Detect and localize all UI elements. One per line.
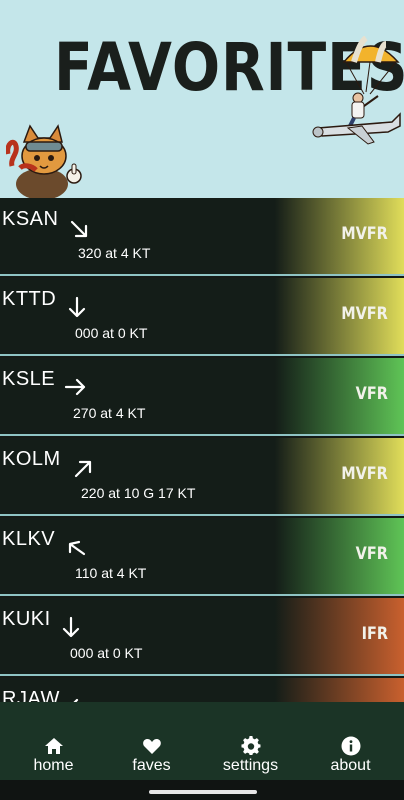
favorite-row-kttd[interactable]: KTTD 000 at 0 KT MVFR bbox=[0, 278, 404, 356]
flight-category: IFR bbox=[361, 624, 388, 644]
station-id: KOLM bbox=[2, 448, 61, 470]
arrow-up-right-icon bbox=[74, 460, 92, 478]
flight-category: MVFR bbox=[341, 464, 388, 484]
favorite-row-ksle[interactable]: KSLE 270 at 4 KT VFR bbox=[0, 358, 404, 436]
arrow-down-icon bbox=[62, 616, 80, 638]
nav-about-label: about bbox=[330, 757, 371, 774]
station-id: KUKI bbox=[2, 608, 51, 630]
favorite-row-rjaw[interactable]: RJAW bbox=[0, 678, 404, 702]
wind-text: 270 at 4 KT bbox=[73, 405, 146, 421]
favorite-row-kolm[interactable]: KOLM 220 at 10 G 17 KT MVFR bbox=[0, 438, 404, 516]
station-id: KSLE bbox=[2, 368, 56, 390]
nav-settings-label: settings bbox=[222, 757, 279, 774]
wind-text: 110 at 4 KT bbox=[75, 565, 147, 581]
station-id: KLKV bbox=[2, 528, 56, 550]
station-id: RJAW bbox=[2, 688, 60, 702]
arrow-down-right-icon bbox=[70, 220, 88, 238]
parachute-pilot-icon bbox=[312, 36, 401, 145]
flight-category: VFR bbox=[355, 544, 388, 564]
flight-category: MVFR bbox=[341, 224, 388, 244]
favorite-row-klkv[interactable]: KLKV 110 at 4 KT VFR bbox=[0, 518, 404, 596]
arrow-up-left-icon bbox=[68, 540, 86, 556]
favorites-header: FAVORITES bbox=[0, 0, 404, 198]
heart-icon bbox=[142, 739, 161, 754]
info-icon bbox=[341, 736, 360, 756]
gesture-handle[interactable] bbox=[149, 790, 257, 794]
mascot-cat-pilot-icon bbox=[6, 124, 82, 198]
nav-faves[interactable]: faves bbox=[101, 702, 202, 780]
home-icon bbox=[44, 738, 63, 754]
arrow-down-icon bbox=[68, 296, 86, 318]
nav-settings[interactable]: settings bbox=[200, 702, 301, 780]
nav-about[interactable]: about bbox=[300, 702, 401, 780]
station-id: KSAN bbox=[2, 208, 59, 230]
nav-home-label: home bbox=[33, 757, 74, 774]
nav-home[interactable]: home bbox=[3, 702, 104, 780]
bottom-navigation: home faves settings about bbox=[0, 702, 404, 780]
wind-text: 000 at 0 KT bbox=[75, 325, 148, 341]
nav-faves-label: faves bbox=[132, 757, 171, 774]
favorite-row-kuki[interactable]: KUKI 000 at 0 KT IFR bbox=[0, 598, 404, 676]
station-id: KTTD bbox=[2, 288, 57, 310]
favorite-row-ksan[interactable]: KSAN 320 at 4 KT MVFR bbox=[0, 198, 404, 276]
flight-category: MVFR bbox=[341, 304, 388, 324]
wind-text: 220 at 10 G 17 KT bbox=[81, 485, 196, 501]
flight-category: VFR bbox=[355, 384, 388, 404]
arrow-right-icon bbox=[64, 378, 86, 396]
gear-icon bbox=[240, 736, 260, 755]
wind-text: 320 at 4 KT bbox=[78, 245, 151, 261]
favorites-list: KSAN 320 at 4 KT MVFR KTTD 000 at 0 KT M… bbox=[0, 198, 404, 702]
wind-text: 000 at 0 KT bbox=[70, 645, 143, 661]
